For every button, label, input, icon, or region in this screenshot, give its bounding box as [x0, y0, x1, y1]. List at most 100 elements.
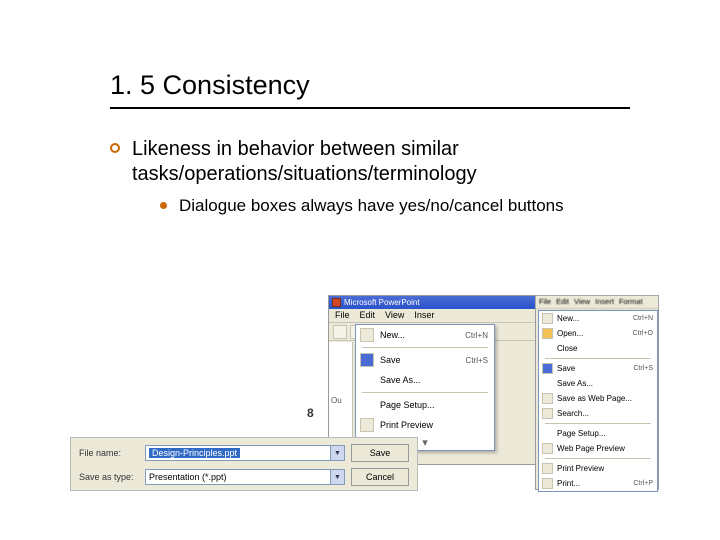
menu-separator [362, 347, 488, 348]
menu-label: Save [380, 355, 460, 365]
menu-format[interactable]: Format [619, 297, 643, 307]
title-rule [110, 107, 630, 109]
menu-item-save[interactable]: Save Ctrl+S [539, 361, 657, 376]
menu-item-new[interactable]: New... Ctrl+N [356, 325, 494, 345]
slide-number: 8 [307, 406, 314, 420]
file-name-field[interactable]: Design-Principles.ppt ▼ [145, 445, 345, 461]
menu-item-print[interactable]: Print... Ctrl+P [539, 476, 657, 491]
powerpoint-icon [332, 298, 341, 307]
menu-insert[interactable]: Insert [595, 297, 614, 307]
menu-label: New... [557, 314, 629, 323]
printer-icon [542, 478, 553, 489]
save-as-type-value: Presentation (*.ppt) [149, 472, 227, 482]
app-title: Microsoft PowerPoint [344, 298, 420, 307]
menu-shortcut: Ctrl+S [466, 356, 488, 365]
circle-bullet-icon [110, 143, 120, 153]
new-icon[interactable] [333, 325, 347, 339]
dot-bullet-icon [160, 202, 167, 209]
menu-shortcut: Ctrl+S [633, 365, 653, 372]
menu-file[interactable]: File [539, 297, 551, 307]
menu-insert[interactable]: Inser [414, 310, 434, 321]
menu-item-print-preview[interactable]: Print Preview [356, 415, 494, 435]
bullet-level1: Likeness in behavior between similar tas… [110, 137, 660, 187]
menu-separator [545, 458, 651, 459]
save-dialog: File name: Design-Principles.ppt ▼ Save … [70, 437, 418, 491]
menu-view[interactable]: View [574, 297, 590, 307]
menu-label: Web Page Preview [557, 444, 653, 453]
menu-edit[interactable]: Edit [360, 310, 376, 321]
menu-label: Save As... [380, 375, 488, 385]
chevron-down-icon: ▾ [422, 436, 428, 449]
menu-label: Save As... [557, 379, 653, 388]
ppt-menubar: File Edit View Inser [329, 309, 542, 323]
save-web-icon [542, 393, 553, 404]
menu-shortcut: Ctrl+O [633, 330, 653, 337]
file-name-value: Design-Principles.ppt [149, 448, 240, 458]
new-doc-icon [360, 328, 374, 342]
save-disk-icon [542, 363, 553, 374]
menu-item-save-as[interactable]: Save As... [539, 376, 657, 391]
menu-item-new[interactable]: New... Ctrl+N [539, 311, 657, 326]
menu-edit[interactable]: Edit [556, 297, 569, 307]
menu-item-save-web[interactable]: Save as Web Page... [539, 391, 657, 406]
word-window: File Edit View Insert Format New... Ctrl+… [535, 295, 659, 490]
menu-item-page-setup[interactable]: Page Setup... [539, 426, 657, 441]
ppt-titlebar: Microsoft PowerPoint [329, 296, 542, 309]
word-menubar: File Edit View Insert Format [536, 296, 658, 309]
menu-file[interactable]: File [335, 310, 350, 321]
menu-label: Print... [557, 479, 629, 488]
button-label: Cancel [366, 472, 394, 482]
menu-item-print-preview[interactable]: Print Preview [539, 461, 657, 476]
blank-icon [360, 373, 374, 387]
menu-separator [545, 358, 651, 359]
menu-item-save[interactable]: Save Ctrl+S [356, 350, 494, 370]
menu-item-search[interactable]: Search... [539, 406, 657, 421]
menu-label: Print Preview [557, 464, 653, 473]
menu-label: Search... [557, 409, 653, 418]
print-preview-icon [542, 463, 553, 474]
search-icon [542, 408, 553, 419]
save-button[interactable]: Save [351, 444, 409, 462]
outline-tab-label[interactable]: Ou [331, 396, 342, 405]
menu-label: Save [557, 364, 629, 373]
menu-label: Open... [557, 329, 629, 338]
menu-shortcut: Ctrl+N [465, 331, 488, 340]
word-file-menu: New... Ctrl+N Open... Ctrl+O Close Save Ctr… [538, 310, 658, 492]
dropdown-icon[interactable]: ▼ [330, 470, 344, 484]
save-as-type-field[interactable]: Presentation (*.ppt) ▼ [145, 469, 345, 485]
blank-icon [542, 343, 553, 354]
menu-view[interactable]: View [385, 310, 404, 321]
new-doc-icon [542, 313, 553, 324]
slide-title: 1. 5 Consistency [110, 70, 660, 101]
level1-text: Likeness in behavior between similar tas… [132, 137, 660, 187]
bullet-level2: Dialogue boxes always have yes/no/cancel… [160, 195, 660, 216]
menu-label: Page Setup... [557, 429, 653, 438]
menu-separator [362, 392, 488, 393]
button-label: Save [370, 448, 391, 458]
menu-separator [545, 423, 651, 424]
menu-label: Print Preview [380, 420, 488, 430]
cancel-button[interactable]: Cancel [351, 468, 409, 486]
menu-item-web-preview[interactable]: Web Page Preview [539, 441, 657, 456]
save-as-type-label: Save as type: [79, 472, 139, 482]
menu-label: New... [380, 330, 459, 340]
menu-label: Save as Web Page... [557, 394, 653, 403]
menu-item-close[interactable]: Close [539, 341, 657, 356]
menu-item-save-as[interactable]: Save As... [356, 370, 494, 390]
level2-text: Dialogue boxes always have yes/no/cancel… [179, 195, 564, 216]
open-folder-icon [542, 328, 553, 339]
blank-icon [542, 378, 553, 389]
ppt-file-menu: New... Ctrl+N Save Ctrl+S Save As... Pag… [355, 324, 495, 451]
web-preview-icon [542, 443, 553, 454]
blank-icon [360, 398, 374, 412]
dropdown-icon[interactable]: ▼ [330, 446, 344, 460]
menu-item-page-setup[interactable]: Page Setup... [356, 395, 494, 415]
menu-shortcut: Ctrl+P [633, 480, 653, 487]
menu-label: Close [557, 344, 653, 353]
menu-shortcut: Ctrl+N [633, 315, 653, 322]
menu-item-open[interactable]: Open... Ctrl+O [539, 326, 657, 341]
print-preview-icon [360, 418, 374, 432]
blank-icon [542, 428, 553, 439]
menu-label: Page Setup... [380, 400, 488, 410]
file-name-label: File name: [79, 448, 139, 458]
